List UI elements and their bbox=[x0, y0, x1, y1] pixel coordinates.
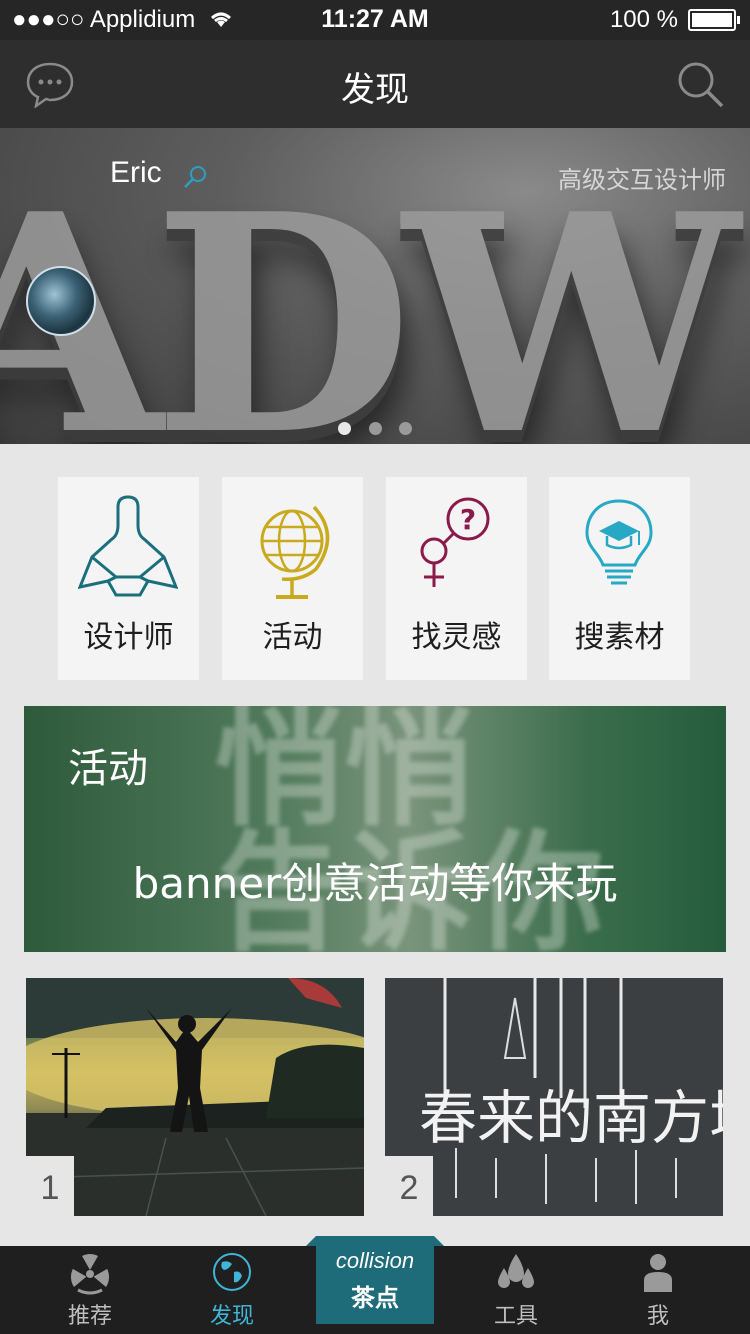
category-designer[interactable]: 设计师 bbox=[58, 477, 199, 680]
category-label: 搜素材 bbox=[574, 620, 665, 655]
tab-recommend[interactable]: 推荐 bbox=[30, 1246, 150, 1334]
page-title: 发现 bbox=[341, 70, 409, 110]
card-number: 2 bbox=[385, 1156, 433, 1216]
card-photo bbox=[26, 978, 364, 1216]
carousel-dot[interactable] bbox=[368, 422, 382, 435]
carousel-dot[interactable] bbox=[398, 422, 412, 435]
person-icon bbox=[644, 1254, 672, 1292]
lightbulb-graduation-icon bbox=[585, 499, 653, 585]
center-title-en: collision bbox=[335, 1248, 415, 1273]
banner-headline: banner创意活动等你来玩 bbox=[132, 859, 618, 908]
svg-text:春来的南方城市: 春来的南方城市 bbox=[419, 1084, 723, 1152]
content-card[interactable]: 1 bbox=[26, 978, 364, 1216]
card-number: 1 bbox=[26, 1156, 74, 1216]
hero-carousel[interactable]: ADW Eric 高级交互设计师 bbox=[0, 128, 750, 444]
nav-bar: 发现 bbox=[0, 40, 750, 128]
user-role: 高级交互设计师 bbox=[558, 166, 726, 194]
category-inspiration[interactable]: ? 找灵感 bbox=[386, 477, 527, 680]
tab-label: 工具 bbox=[493, 1304, 538, 1329]
drops-icon bbox=[498, 1254, 534, 1288]
content-card[interactable]: 春来的南方城市 2 bbox=[385, 978, 723, 1216]
radiation-icon bbox=[70, 1254, 110, 1295]
carousel-page-indicator[interactable] bbox=[0, 420, 750, 439]
battery-indicator: 100 % bbox=[609, 6, 740, 34]
gender-question-icon: ? bbox=[420, 497, 490, 587]
category-label: 找灵感 bbox=[411, 620, 502, 655]
center-title-zh: 茶点 bbox=[351, 1284, 399, 1312]
tab-label: 发现 bbox=[209, 1304, 254, 1329]
category-activity[interactable]: 活动 bbox=[222, 477, 363, 680]
category-label: 设计师 bbox=[83, 620, 174, 655]
activity-banner[interactable]: 悄悄 告诉你 活动 banner创意活动等你来玩 bbox=[24, 706, 726, 952]
designer-icon bbox=[78, 495, 178, 597]
svg-text:?: ? bbox=[460, 503, 476, 536]
globe-icon bbox=[260, 505, 330, 599]
globe-icon bbox=[213, 1253, 251, 1291]
tab-label: 我 bbox=[646, 1304, 669, 1329]
category-materials[interactable]: 搜素材 bbox=[549, 477, 690, 680]
battery-percent: 100 % bbox=[609, 6, 678, 33]
battery-icon bbox=[688, 9, 740, 31]
tab-me[interactable]: 我 bbox=[598, 1246, 718, 1334]
card-poster: 春来的南方城市 bbox=[385, 978, 723, 1216]
category-label: 活动 bbox=[262, 620, 323, 655]
tab-discover[interactable]: 发现 bbox=[172, 1246, 292, 1334]
tab-tools[interactable]: 工具 bbox=[456, 1246, 576, 1334]
collision-center-button[interactable]: collision 茶点 bbox=[306, 1236, 444, 1324]
user-name[interactable]: Eric bbox=[110, 156, 162, 190]
tab-bar: 推荐 发现 collision 茶点 工具 我 bbox=[0, 1236, 750, 1334]
status-bar: ●●●○○ Applidium 11:27 AM 100 % bbox=[0, 0, 750, 40]
banner-background-graphic: 悄悄 告诉你 bbox=[214, 706, 605, 952]
carousel-dot[interactable] bbox=[338, 422, 352, 435]
tab-label: 推荐 bbox=[67, 1304, 112, 1329]
search-icon[interactable] bbox=[676, 60, 726, 110]
banner-tag: 活动 bbox=[68, 746, 148, 792]
avatar[interactable] bbox=[26, 266, 96, 336]
search-key-icon bbox=[184, 166, 206, 188]
